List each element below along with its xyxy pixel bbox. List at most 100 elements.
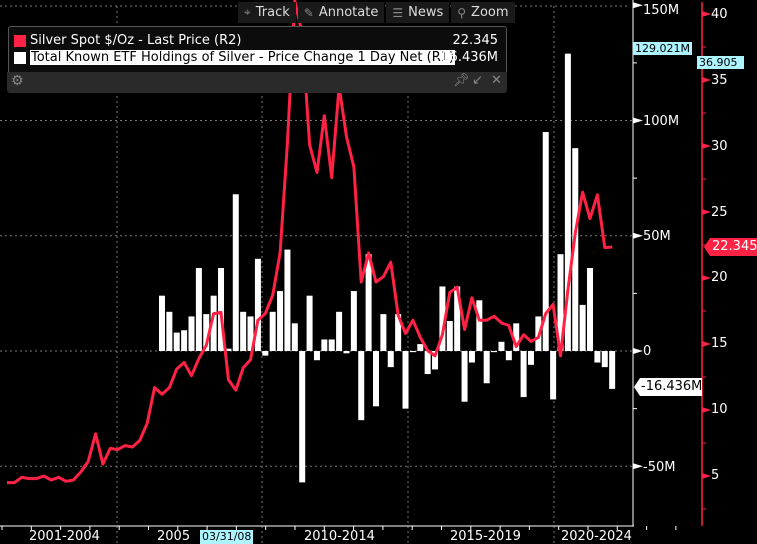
gear-icon[interactable]: ⚙	[11, 73, 24, 89]
r1-tick-mark	[633, 463, 643, 470]
legend-swatch-red	[14, 34, 26, 47]
r1-tick: 50M	[643, 229, 671, 244]
etf-bar	[306, 295, 313, 351]
etf-bar	[365, 254, 372, 351]
etf-bar	[380, 314, 387, 351]
legend-item-etf[interactable]: Total Known ETF Holdings of Silver - Pri…	[14, 50, 456, 65]
r1-tick: 100M	[643, 114, 680, 129]
etf-bar	[579, 304, 586, 351]
close-icon[interactable]: ✕	[491, 73, 502, 88]
zoom-button[interactable]: ⚲ Zoom	[451, 2, 515, 23]
etf-bar	[498, 341, 505, 351]
r2-tick-mark	[702, 11, 711, 17]
etf-bar	[520, 351, 527, 398]
r2-tick: 15	[711, 336, 728, 351]
legend-value: -16.436M	[436, 50, 498, 65]
r1-tick-mark	[633, 348, 643, 354]
etf-bar	[188, 316, 195, 351]
r2-tick: 35	[711, 73, 728, 88]
etf-bar	[313, 351, 320, 361]
r2-tick-mark	[702, 143, 711, 149]
r2-last-value: 22.345	[712, 239, 757, 254]
etf-bar	[491, 351, 498, 353]
r2-high-label: 36.905	[697, 56, 744, 69]
etf-bar	[173, 332, 180, 351]
r2-last-tag: 22.345	[704, 238, 757, 256]
r1-last-tag: -16.436M	[634, 378, 702, 396]
x-tick: 2010-2014	[304, 529, 375, 544]
r1-last-value: -16.436M	[641, 379, 703, 394]
x-tick: 2001-2004	[29, 529, 100, 544]
legend-item-silver[interactable]: Silver Spot $/Oz - Last Price (R2)	[14, 33, 242, 48]
etf-bar	[181, 330, 188, 351]
etf-bar	[373, 351, 379, 407]
etf-bar	[527, 351, 534, 365]
news-icon: ☰	[392, 5, 404, 20]
etf-bar	[166, 311, 173, 351]
etf-bar	[594, 351, 601, 363]
r1-tick: 0	[643, 344, 652, 359]
date-cursor-label: 03/31/08	[200, 530, 254, 544]
etf-bar	[284, 249, 291, 351]
etf-bar	[350, 291, 357, 351]
r2-tick: 25	[711, 205, 728, 220]
r2-tick: 5	[711, 468, 720, 483]
etf-bar	[409, 351, 416, 353]
r2-tick-mark	[702, 341, 711, 347]
etf-bar	[299, 351, 306, 483]
etf-bar	[424, 351, 431, 375]
etf-bar	[358, 351, 365, 421]
etf-bar	[321, 339, 328, 351]
arrow-collapse-icon[interactable]: ↙	[472, 73, 483, 88]
etf-bar	[446, 321, 453, 351]
etf-bar	[328, 339, 335, 351]
legend-label: Silver Spot $/Oz - Last Price (R2)	[30, 33, 242, 48]
etf-bar	[232, 194, 239, 351]
zoom-label: Zoom	[471, 5, 509, 20]
etf-bar	[343, 351, 350, 354]
crosshair-icon: ⌖	[244, 5, 251, 19]
etf-bar	[269, 311, 276, 351]
r2-tick: 30	[711, 139, 728, 154]
etf-bar	[476, 300, 483, 351]
r1-tick: -50M	[643, 460, 676, 475]
track-button[interactable]: ⌖ Track	[238, 2, 296, 23]
legend-value: 22.345	[452, 33, 499, 48]
chart-toolbar: ⌖ Track ✎ Annotate ☰ News ⚲ Zoom	[238, 2, 515, 24]
r2-tick-mark	[702, 77, 711, 83]
etf-bar	[461, 351, 468, 402]
legend-footer: ⚙ 📌︎ ↙ ✕	[7, 72, 507, 93]
annotate-label: Annotate	[318, 5, 379, 20]
etf-bar	[468, 351, 475, 363]
news-label: News	[408, 5, 444, 20]
etf-bar	[609, 351, 616, 389]
pin-icon[interactable]: 📌︎	[453, 73, 470, 88]
annotate-button[interactable]: ✎ Annotate	[297, 2, 385, 23]
r2-tick-mark	[702, 275, 711, 281]
etf-bar	[240, 311, 247, 351]
etf-bar	[277, 291, 284, 351]
etf-bar	[195, 268, 202, 351]
r1-tick-mark	[633, 232, 643, 239]
etf-bar	[262, 351, 269, 356]
r1-tick-mark	[633, 117, 643, 124]
magnifier-icon: ⚲	[457, 5, 467, 20]
track-label: Track	[255, 5, 290, 20]
r1-tick: 150M	[643, 3, 680, 18]
etf-bar	[387, 351, 394, 368]
r2-tick: 10	[711, 402, 728, 417]
etf-bar	[550, 351, 557, 400]
news-button[interactable]: ☰ News	[386, 2, 450, 23]
legend-label: Total Known ETF Holdings of Silver - Pri…	[30, 50, 456, 65]
r2-tick-mark	[702, 473, 711, 479]
x-tick: 2020-2024	[561, 529, 632, 544]
etf-bar	[158, 295, 165, 351]
etf-bar	[587, 268, 594, 351]
r1-high-label: 129.021M	[633, 42, 692, 55]
legend-swatch-white	[14, 51, 26, 64]
r2-tick: 40	[711, 7, 728, 22]
x-tick: 2005	[157, 529, 191, 544]
r1-tick-mark	[633, 2, 643, 9]
etf-bar	[601, 351, 608, 368]
etf-bar	[483, 351, 490, 384]
